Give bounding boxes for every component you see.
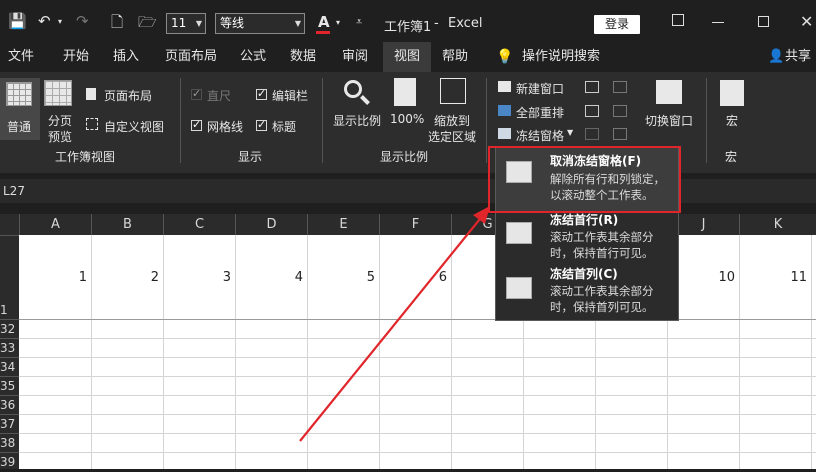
- arrow-line: [299, 213, 485, 442]
- annotation-arrow: [299, 206, 490, 442]
- arrow-head: [473, 206, 490, 224]
